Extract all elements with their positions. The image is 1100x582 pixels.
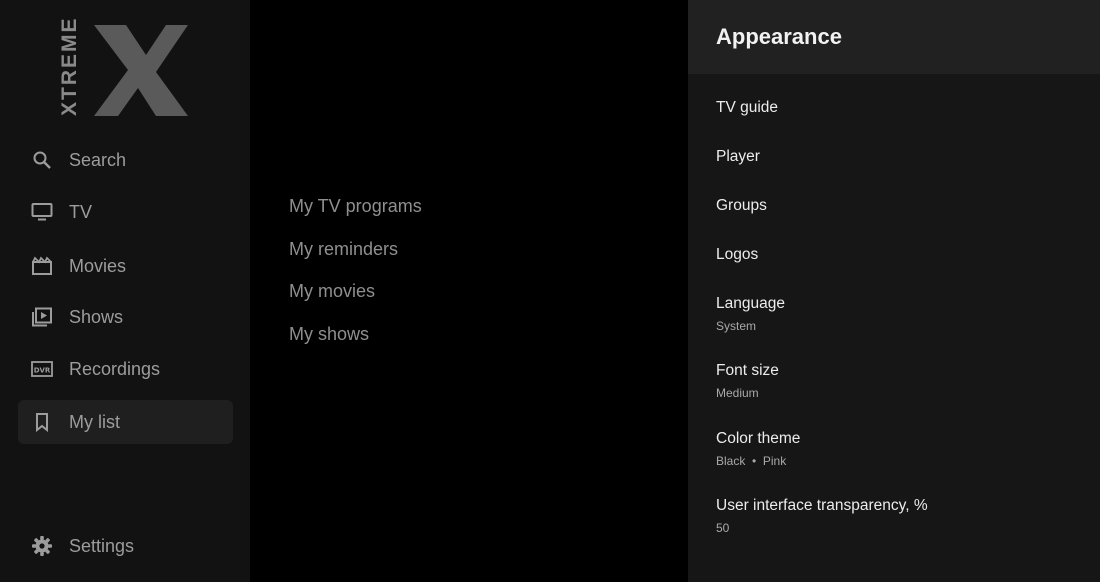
option-label: Font size [716,362,779,379]
option-player[interactable]: Player [716,148,1086,166]
gear-icon [31,535,53,557]
option-label: Language [716,295,785,312]
list-item-my-reminders[interactable]: My reminders [289,239,398,260]
appearance-panel: Appearance TV guide Player Groups Logos … [688,0,1100,582]
panel-header: Appearance [688,0,1100,74]
sidebar-item-label: My list [69,411,120,432]
sidebar-item-my-list[interactable]: My list [18,400,233,444]
sidebar-item-recordings[interactable]: DVR Recordings [18,347,233,391]
sidebar-item-label: Movies [69,255,127,276]
option-label: Logos [716,246,759,263]
sidebar-item-label: Shows [69,306,124,327]
sidebar-item-shows[interactable]: Shows [18,295,233,339]
shows-icon [31,306,53,328]
sidebar-item-label: Search [69,149,127,170]
option-label: TV guide [716,99,779,116]
dvr-icon: DVR [31,358,53,380]
option-value: Medium [716,386,759,400]
option-language[interactable]: Language System [716,295,1086,333]
sidebar: XTREME Search TV Movies Shows DVR Record… [0,0,250,582]
option-label: Groups [716,197,767,214]
sidebar-item-label: Recordings [69,358,161,379]
option-tv-guide[interactable]: TV guide [716,99,1086,117]
list-item-my-shows[interactable]: My shows [289,324,369,345]
option-groups[interactable]: Groups [716,197,1086,215]
tv-icon [31,201,53,223]
option-value: Black • Pink [716,454,787,468]
sidebar-item-tv[interactable]: TV [18,190,233,234]
sidebar-item-label: Settings [69,535,135,556]
list-item-my-movies[interactable]: My movies [289,281,375,302]
sidebar-item-label: TV [69,201,93,222]
svg-text:DVR: DVR [34,367,51,375]
sidebar-item-movies[interactable]: Movies [18,244,233,288]
x-logo-icon [94,25,188,116]
sidebar-item-search[interactable]: Search [18,138,233,182]
option-label: Color theme [716,430,801,447]
option-label: User interface transparency, % [716,497,928,514]
list-item-my-tv-programs[interactable]: My TV programs [289,196,422,217]
option-logos[interactable]: Logos [716,246,1086,264]
option-label: Player [716,148,760,165]
option-font-size[interactable]: Font size Medium [716,362,1086,400]
option-value: System [716,319,757,333]
my-list-pane: My TV programs My reminders My movies My… [250,0,688,582]
option-ui-transparency[interactable]: User interface transparency, % 50 [716,497,1086,535]
panel-title: Appearance [716,24,842,49]
bookmark-icon [31,411,53,433]
search-icon [31,149,53,171]
movies-icon [31,255,53,277]
option-color-theme[interactable]: Color theme Black • Pink [716,430,1086,468]
sidebar-item-settings[interactable]: Settings [18,524,233,568]
option-value: 50 [716,521,730,535]
